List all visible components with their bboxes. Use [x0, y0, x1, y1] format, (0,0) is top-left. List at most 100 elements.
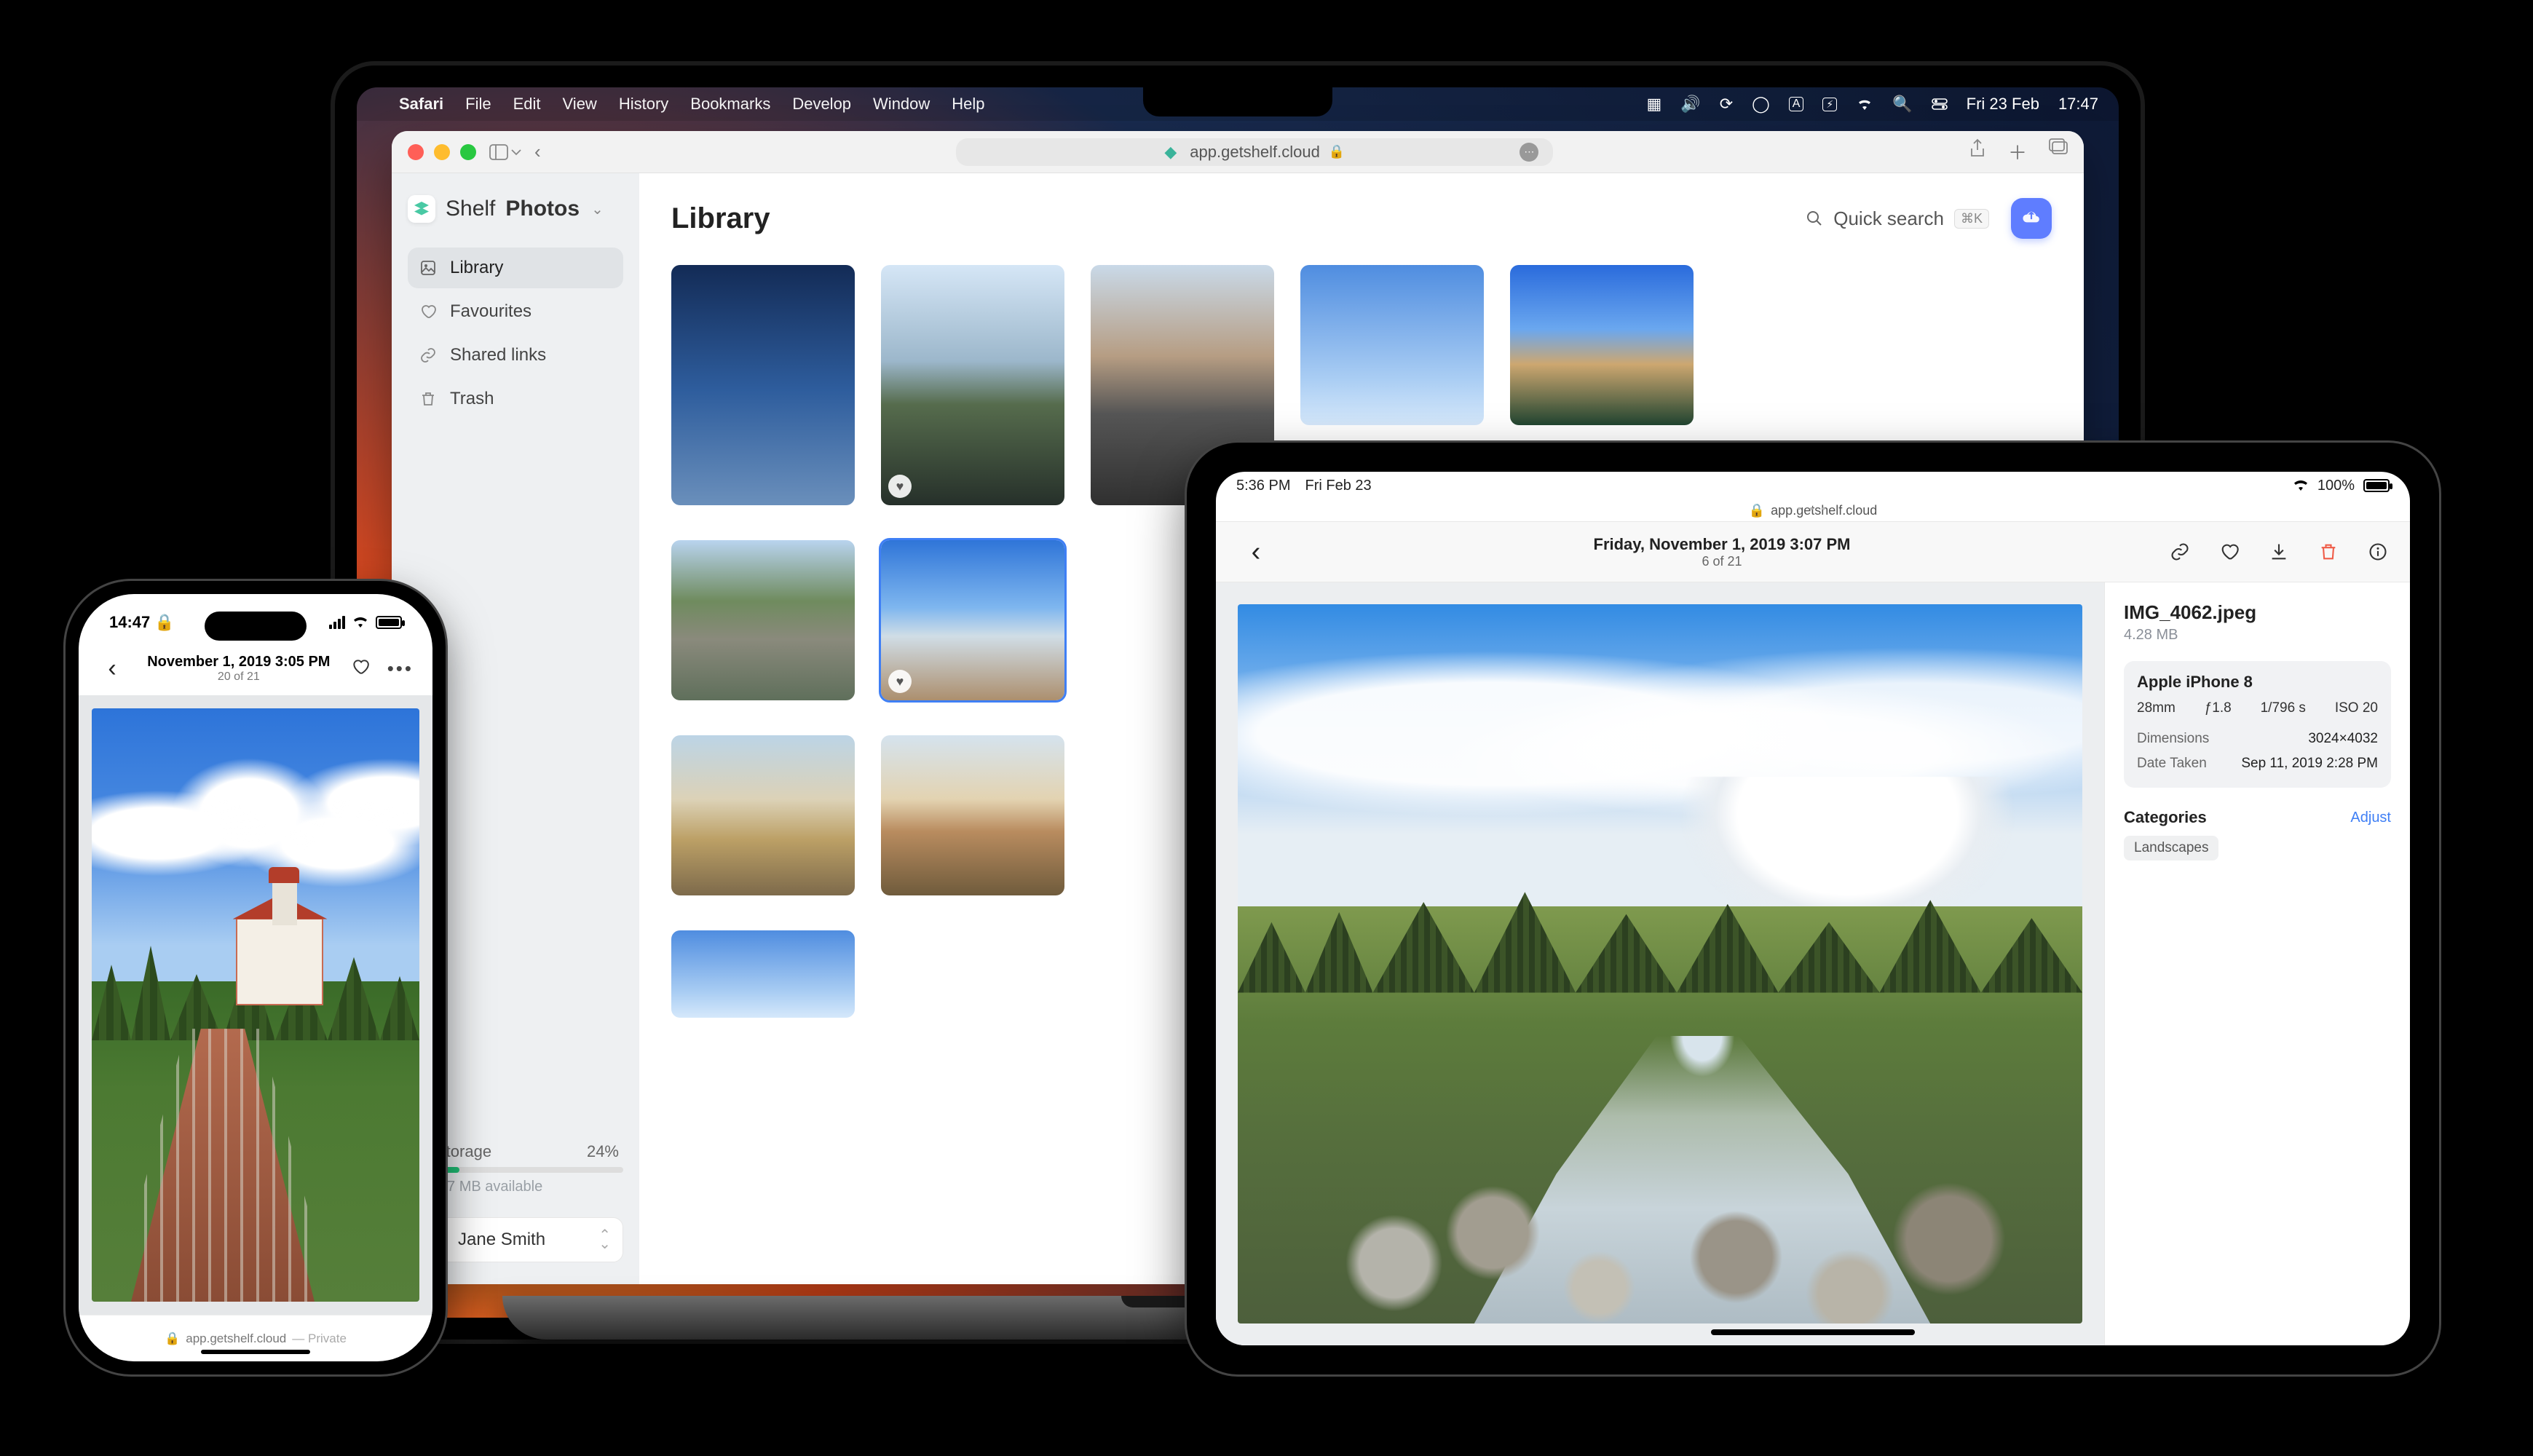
sidebar-item-label: Trash — [450, 389, 494, 409]
search-shortcut: ⌘K — [1954, 209, 1989, 229]
menubar-time[interactable]: 17:47 — [2058, 95, 2098, 114]
wifi-icon[interactable] — [1856, 98, 1873, 111]
safari-toolbar: ‹ ◆ app.getshelf.cloud 🔒 ⋯ — [392, 131, 2084, 173]
spotlight-icon[interactable]: 🔍 — [1892, 95, 1912, 114]
fullscreen-icon[interactable] — [460, 144, 476, 160]
more-icon[interactable]: ••• — [387, 657, 414, 680]
photo-canvas[interactable] — [1216, 582, 2104, 1345]
dynamic-island — [205, 612, 307, 641]
delete-icon[interactable] — [2318, 542, 2339, 562]
photo-thumb[interactable] — [881, 735, 1064, 895]
photo-thumb[interactable]: ♥ — [881, 540, 1064, 700]
site-settings-icon: ◆ — [1164, 143, 1177, 162]
tabs-overview-icon[interactable] — [2049, 138, 2068, 165]
safari-bottom-bar[interactable]: 🔒 app.getshelf.cloud — Private — [79, 1315, 432, 1361]
safari-sidebar-button[interactable] — [489, 144, 521, 160]
minimize-icon[interactable] — [434, 144, 450, 160]
battery-icon[interactable]: ⚡︎ — [1822, 98, 1837, 111]
lock-icon: 🔒 — [1749, 503, 1765, 518]
reader-icon[interactable]: ⋯ — [1520, 143, 1538, 162]
favourite-icon[interactable] — [351, 657, 370, 680]
control-center-icon[interactable] — [1932, 98, 1948, 110]
close-icon[interactable] — [408, 144, 424, 160]
metadata-panel: IMG_4062.jpeg 4.28 MB Apple iPhone 8 28m… — [2104, 582, 2410, 1345]
filesize: 4.28 MB — [2124, 627, 2391, 644]
filename: IMG_4062.jpeg — [2124, 601, 2391, 624]
app-brand[interactable]: Shelf Photos ⌄ — [408, 195, 623, 223]
sidebar-item-favourites[interactable]: Favourites — [408, 291, 623, 332]
photo-thumb[interactable] — [671, 540, 855, 700]
expand-icon: ⌃⌄ — [598, 1232, 611, 1248]
dimensions-value: 3024×4032 — [2308, 731, 2378, 747]
sidebar-item-label: Library — [450, 258, 503, 278]
search-button[interactable]: Quick search ⌘K — [1806, 207, 1989, 230]
upload-button[interactable] — [2011, 198, 2052, 239]
viewer-counter: 6 of 21 — [1274, 554, 2170, 569]
photo-thumb[interactable] — [671, 930, 855, 1018]
favourite-badge-icon[interactable]: ♥ — [888, 670, 912, 693]
menu-view[interactable]: View — [563, 95, 597, 114]
photo-thumb[interactable]: ♥ — [881, 265, 1064, 505]
viewer-title: Friday, November 1, 2019 3:07 PM — [1274, 535, 2170, 554]
battery-percent: 100% — [2317, 478, 2355, 494]
menu-bookmarks[interactable]: Bookmarks — [690, 95, 770, 114]
search-placeholder: Quick search — [1833, 207, 1944, 230]
menu-app-name[interactable]: Safari — [399, 95, 443, 114]
favourite-badge-icon[interactable]: ♥ — [888, 475, 912, 498]
heart-icon — [419, 303, 438, 320]
input-source-icon[interactable]: A — [1789, 97, 1804, 111]
ipad-time: 5:36 PM — [1236, 478, 1290, 494]
sidebar-item-library[interactable]: Library — [408, 248, 623, 288]
menu-edit[interactable]: Edit — [513, 95, 541, 114]
sync-icon[interactable]: ⟳ — [1720, 95, 1733, 114]
sidebar-item-trash[interactable]: Trash — [408, 379, 623, 419]
share-icon[interactable] — [1969, 138, 1986, 165]
library-icon — [419, 259, 438, 277]
menubar-extra-icon[interactable]: ▦ — [1646, 95, 1661, 114]
menubar-date[interactable]: Fri 23 Feb — [1967, 95, 2039, 114]
back-button[interactable]: ‹ — [98, 654, 127, 683]
menu-history[interactable]: History — [619, 95, 668, 114]
home-indicator[interactable] — [1711, 1329, 1915, 1335]
user-icon[interactable]: ◯ — [1752, 95, 1770, 114]
download-icon[interactable] — [2269, 542, 2289, 562]
volume-icon[interactable]: 🔊 — [1680, 95, 1700, 114]
home-indicator[interactable] — [201, 1350, 310, 1354]
category-tag[interactable]: Landscapes — [2124, 836, 2218, 860]
photo-canvas[interactable] — [79, 695, 432, 1315]
menu-file[interactable]: File — [465, 95, 491, 114]
menu-develop[interactable]: Develop — [792, 95, 851, 114]
ipad-date: Fri Feb 23 — [1305, 478, 1371, 494]
storage-percent: 24% — [587, 1142, 619, 1161]
multitask-dots-icon[interactable]: • • • — [1798, 502, 1828, 514]
iphone-time: 14:47 — [109, 613, 150, 632]
favourite-icon[interactable] — [2219, 542, 2240, 562]
safari-back-button[interactable]: ‹ — [534, 141, 541, 163]
menu-window[interactable]: Window — [873, 95, 930, 114]
back-button[interactable]: ‹ — [1238, 537, 1274, 568]
new-tab-icon[interactable]: ＋ — [2008, 138, 2027, 165]
sidebar-item-shared[interactable]: Shared links — [408, 335, 623, 376]
meta-aperture: ƒ1.8 — [2205, 700, 2232, 716]
search-icon — [1806, 210, 1823, 227]
info-icon[interactable] — [2368, 542, 2388, 562]
photo-thumb[interactable] — [671, 735, 855, 895]
wifi-icon — [2293, 480, 2309, 491]
dimensions-label: Dimensions — [2137, 731, 2209, 747]
page-title: Library — [671, 202, 770, 235]
categories-heading: Categories — [2124, 808, 2207, 827]
share-link-icon[interactable] — [2170, 542, 2190, 562]
photo-thumb[interactable] — [671, 265, 855, 505]
url-text: app.getshelf.cloud — [1190, 143, 1320, 162]
adjust-link[interactable]: Adjust — [2350, 810, 2391, 826]
photo-viewer-toolbar: ‹ Friday, November 1, 2019 3:07 PM 6 of … — [1216, 521, 2410, 582]
photo-thumb[interactable] — [1300, 265, 1484, 425]
photo-thumb[interactable] — [1510, 265, 1694, 425]
safari-address-bar[interactable]: ◆ app.getshelf.cloud 🔒 ⋯ — [956, 138, 1553, 166]
battery-icon — [376, 616, 402, 629]
url-private-suffix: — Private — [292, 1332, 347, 1346]
sidebar-item-label: Shared links — [450, 345, 546, 365]
window-controls[interactable] — [408, 144, 476, 160]
menu-help[interactable]: Help — [952, 95, 984, 114]
meta-focal: 28mm — [2137, 700, 2176, 716]
